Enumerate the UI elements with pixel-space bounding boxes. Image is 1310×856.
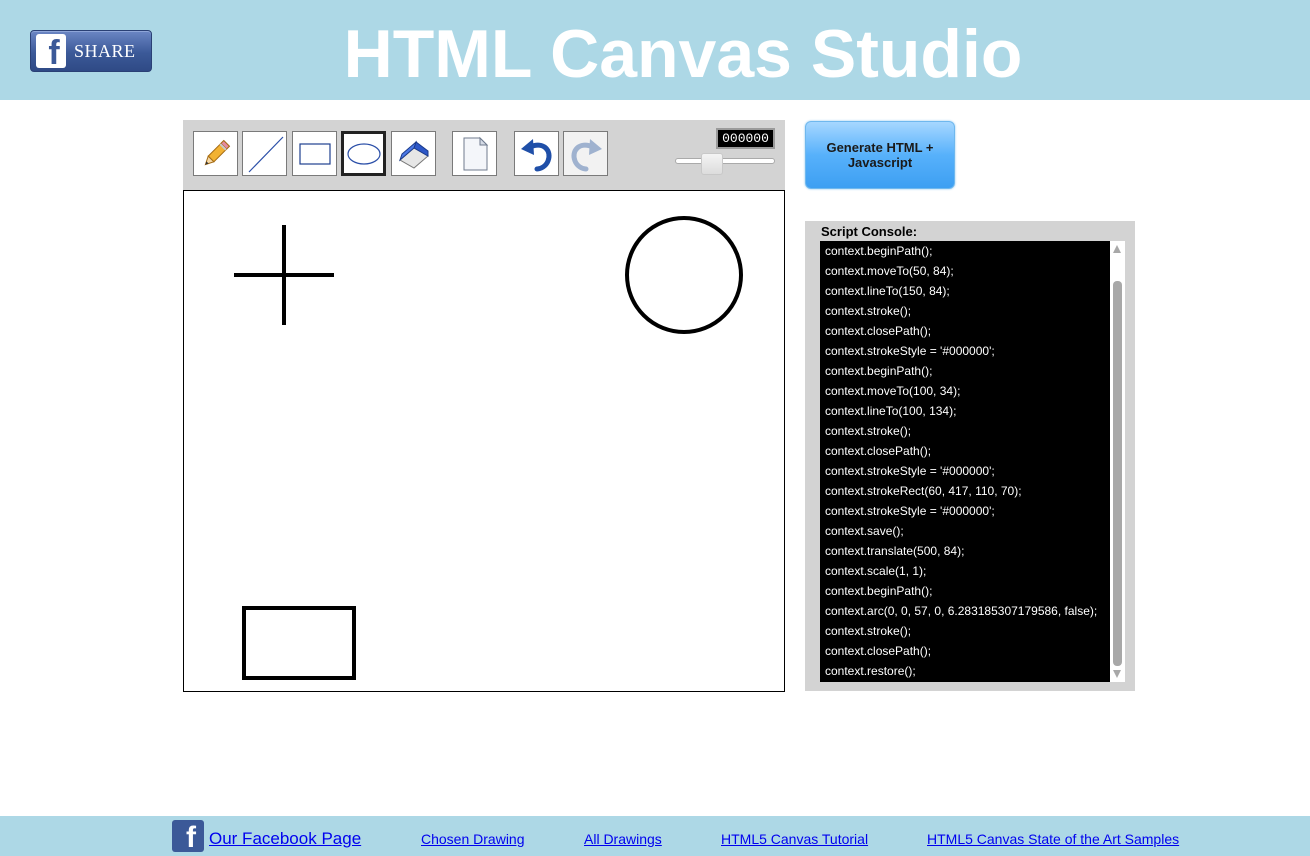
console-lines: context.beginPath(); context.moveTo(50, 8… <box>825 241 1110 681</box>
console-line: context.closePath(); <box>825 324 932 338</box>
rectangle-icon <box>298 142 331 165</box>
console-line: context.arc(0, 0, 57, 0, 6.2831853071795… <box>825 604 1098 618</box>
header-bar: f SHARE HTML Canvas Studio <box>0 0 1310 100</box>
facebook-icon[interactable]: f <box>172 820 204 852</box>
script-console-label: Script Console: <box>821 224 918 239</box>
drawing-toolbar: 000000 <box>183 120 785 190</box>
console-line: context.translate(500, 84); <box>825 544 965 558</box>
console-scroll-thumb[interactable] <box>1113 281 1122 666</box>
console-line: context.beginPath(); <box>825 584 933 598</box>
footer-link-canvas-tutorial[interactable]: HTML5 Canvas Tutorial <box>721 831 868 847</box>
drawn-rectangle <box>242 606 356 680</box>
ellipse-icon <box>346 142 381 165</box>
line-width-slider-track[interactable] <box>675 158 775 164</box>
console-scrollbar[interactable] <box>1110 241 1125 682</box>
line-icon <box>248 136 283 172</box>
redo-button[interactable] <box>563 131 608 176</box>
page-icon <box>463 136 488 170</box>
pencil-icon <box>204 139 230 165</box>
console-line: context.scale(1, 1); <box>825 564 927 578</box>
scroll-down-arrow-icon[interactable] <box>1113 670 1121 678</box>
undo-icon <box>520 138 551 171</box>
console-line: context.strokeStyle = '#000000'; <box>825 504 995 518</box>
new-page-button[interactable] <box>452 131 497 176</box>
script-console-output[interactable]: context.beginPath(); context.moveTo(50, 8… <box>820 241 1125 682</box>
eraser-icon <box>398 139 429 169</box>
stroke-color-input[interactable]: 000000 <box>716 128 775 149</box>
console-line: context.restore(); <box>825 664 916 678</box>
eraser-tool-button[interactable] <box>391 131 436 176</box>
footer-link-state-of-art-samples[interactable]: HTML5 Canvas State of the Art Samples <box>927 831 1179 847</box>
app-title: HTML Canvas Studio <box>343 16 1023 92</box>
line-tool-button[interactable] <box>242 131 287 176</box>
canvas-drawing <box>234 216 743 680</box>
ellipse-tool-button[interactable] <box>341 131 386 176</box>
footer-bar: f Our Facebook Page Chosen Drawing All D… <box>0 816 1310 856</box>
redo-icon <box>571 138 602 171</box>
footer-link-chosen-drawing[interactable]: Chosen Drawing <box>421 831 525 847</box>
console-line: context.moveTo(50, 84); <box>825 264 954 278</box>
drawn-circle <box>625 216 743 334</box>
console-line: context.stroke(); <box>825 304 912 318</box>
footer-link-all-drawings[interactable]: All Drawings <box>584 831 662 847</box>
script-console-panel: Script Console: context.beginPath(); cont… <box>805 221 1135 691</box>
console-line: context.closePath(); <box>825 644 932 658</box>
console-line: context.lineTo(150, 84); <box>825 284 950 298</box>
console-line: context.strokeStyle = '#000000'; <box>825 344 995 358</box>
generate-button-label: Generate HTML + Javascript <box>826 140 934 170</box>
generate-html-javascript-button[interactable]: Generate HTML + Javascript <box>805 121 955 189</box>
console-line: context.closePath(); <box>825 444 932 458</box>
scroll-up-arrow-icon[interactable] <box>1113 245 1121 253</box>
console-line: context.beginPath(); <box>825 364 933 378</box>
console-line: context.save(); <box>825 524 904 538</box>
footer-link-facebook-page[interactable]: Our Facebook Page <box>209 829 361 849</box>
console-line: context.stroke(); <box>825 424 912 438</box>
pencil-tool-button[interactable] <box>193 131 238 176</box>
console-line: context.beginPath(); <box>825 244 933 258</box>
rectangle-tool-button[interactable] <box>292 131 337 176</box>
drawing-canvas[interactable] <box>183 190 785 692</box>
line-width-slider-thumb[interactable] <box>701 153 723 175</box>
console-line: context.strokeStyle = '#000000'; <box>825 464 995 478</box>
undo-button[interactable] <box>514 131 559 176</box>
console-line: context.strokeRect(60, 417, 110, 70); <box>825 484 1022 498</box>
console-line: context.stroke(); <box>825 624 912 638</box>
console-line: context.moveTo(100, 34); <box>825 384 961 398</box>
console-line: context.lineTo(100, 134); <box>825 404 957 418</box>
